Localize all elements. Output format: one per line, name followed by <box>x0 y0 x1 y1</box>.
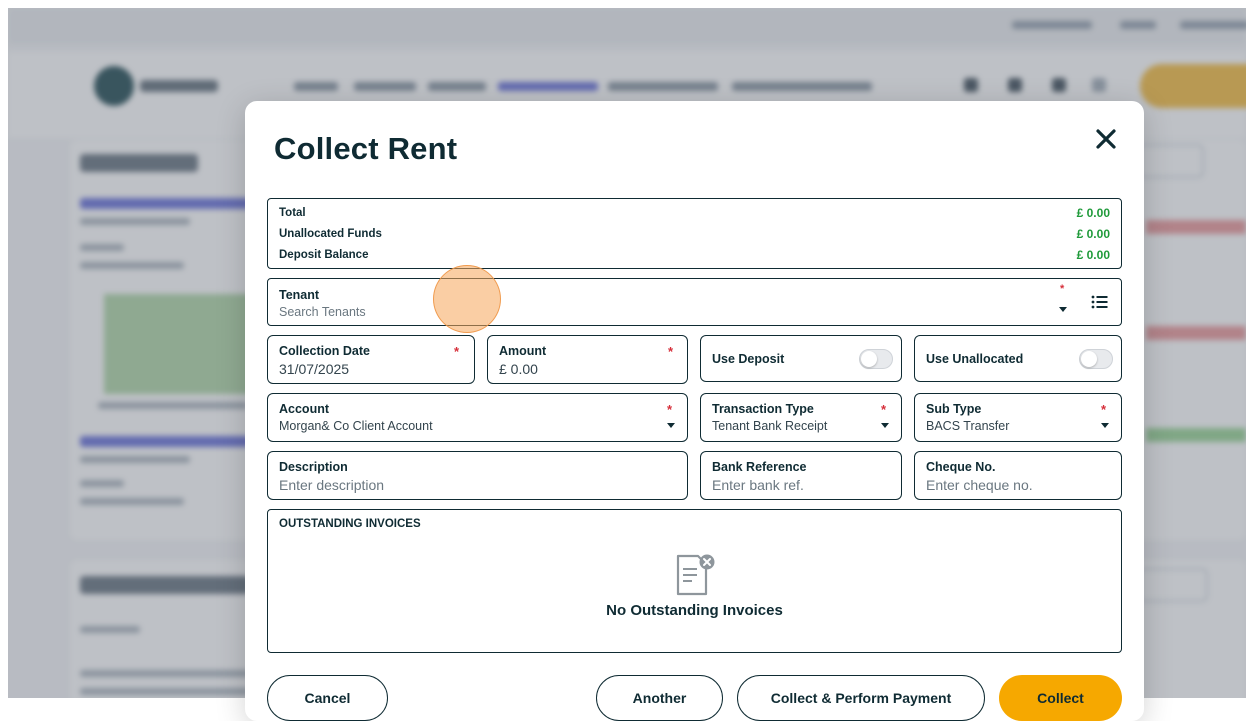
tenant-field[interactable]: Tenant Search Tenants * <box>267 278 1122 326</box>
total-value: £ 0.00 <box>1076 206 1110 220</box>
transaction-type-label: Transaction Type <box>712 402 814 416</box>
total-label: Total <box>279 207 306 219</box>
deposit-balance-label: Deposit Balance <box>279 249 369 261</box>
chevron-down-icon <box>881 423 889 428</box>
amount-field[interactable]: Amount * £ 0.00 <box>487 335 688 384</box>
chevron-down-icon[interactable] <box>1059 307 1067 312</box>
deposit-balance-value: £ 0.00 <box>1076 248 1110 262</box>
close-button[interactable] <box>1094 127 1118 151</box>
use-deposit-toggle[interactable] <box>859 349 893 369</box>
tenant-search-input[interactable]: Search Tenants <box>279 305 366 319</box>
tenant-required-marker: * <box>1060 283 1065 295</box>
collection-date-label: Collection Date <box>279 344 370 358</box>
account-select[interactable]: Account * Morgan& Co Client Account <box>267 393 688 442</box>
collection-date-value[interactable]: 31/07/2025 <box>279 361 349 377</box>
use-deposit-field: Use Deposit <box>700 335 902 382</box>
cheque-no-input[interactable]: Enter cheque no. <box>926 477 1033 493</box>
chevron-down-icon <box>1101 423 1109 428</box>
description-label: Description <box>279 460 348 474</box>
list-icon[interactable] <box>1091 294 1109 310</box>
collect-perform-payment-button[interactable]: Collect & Perform Payment <box>737 675 985 721</box>
use-unallocated-label: Use Unallocated <box>926 352 1024 366</box>
outstanding-invoices-header: OUTSTANDING INVOICES <box>279 518 421 530</box>
no-invoice-icon <box>672 552 718 598</box>
amount-required-marker: * <box>668 344 674 359</box>
tenant-label: Tenant <box>279 288 320 302</box>
use-deposit-label: Use Deposit <box>712 352 785 366</box>
amount-value[interactable]: £ 0.00 <box>499 361 538 377</box>
modal-title: Collect Rent <box>274 131 458 166</box>
transaction-type-value: Tenant Bank Receipt <box>712 419 828 433</box>
account-label: Account <box>279 402 329 416</box>
cheque-no-label: Cheque No. <box>926 460 996 474</box>
another-button[interactable]: Another <box>596 675 723 721</box>
close-icon <box>1096 129 1116 149</box>
sub-type-select[interactable]: Sub Type * BACS Transfer <box>914 393 1122 442</box>
collect-rent-modal: Collect Rent Total £ 0.00 Unallocated Fu… <box>245 101 1144 721</box>
account-required-marker: * <box>667 402 673 417</box>
use-unallocated-field: Use Unallocated <box>914 335 1122 382</box>
chevron-down-icon <box>667 423 675 428</box>
cheque-no-field[interactable]: Cheque No. Enter cheque no. <box>914 451 1122 500</box>
account-value: Morgan& Co Client Account <box>279 419 433 433</box>
amount-label: Amount <box>499 344 547 358</box>
outstanding-invoices-panel: OUTSTANDING INVOICES No Outstanding Invo… <box>267 509 1122 653</box>
transaction-type-select[interactable]: Transaction Type * Tenant Bank Receipt <box>700 393 902 442</box>
bank-reference-label: Bank Reference <box>712 460 807 474</box>
collection-date-field[interactable]: Collection Date * 31/07/2025 <box>267 335 475 384</box>
unallocated-funds-label: Unallocated Funds <box>279 228 382 240</box>
summary-panel: Total £ 0.00 Unallocated Funds £ 0.00 De… <box>267 198 1122 269</box>
collect-button[interactable]: Collect <box>999 675 1122 721</box>
sub-type-value: BACS Transfer <box>926 419 1010 433</box>
collection-date-required-marker: * <box>454 344 460 359</box>
no-outstanding-invoices-message: No Outstanding Invoices <box>606 602 783 619</box>
sub-type-required-marker: * <box>1101 402 1107 417</box>
sub-type-label: Sub Type <box>926 402 982 416</box>
unallocated-funds-value: £ 0.00 <box>1076 227 1110 241</box>
use-unallocated-toggle[interactable] <box>1079 349 1113 369</box>
cancel-button[interactable]: Cancel <box>267 675 388 721</box>
transaction-type-required-marker: * <box>881 402 887 417</box>
description-input[interactable]: Enter description <box>279 477 384 493</box>
bank-reference-input[interactable]: Enter bank ref. <box>712 477 804 493</box>
bank-reference-field[interactable]: Bank Reference Enter bank ref. <box>700 451 902 500</box>
description-field[interactable]: Description Enter description <box>267 451 688 500</box>
